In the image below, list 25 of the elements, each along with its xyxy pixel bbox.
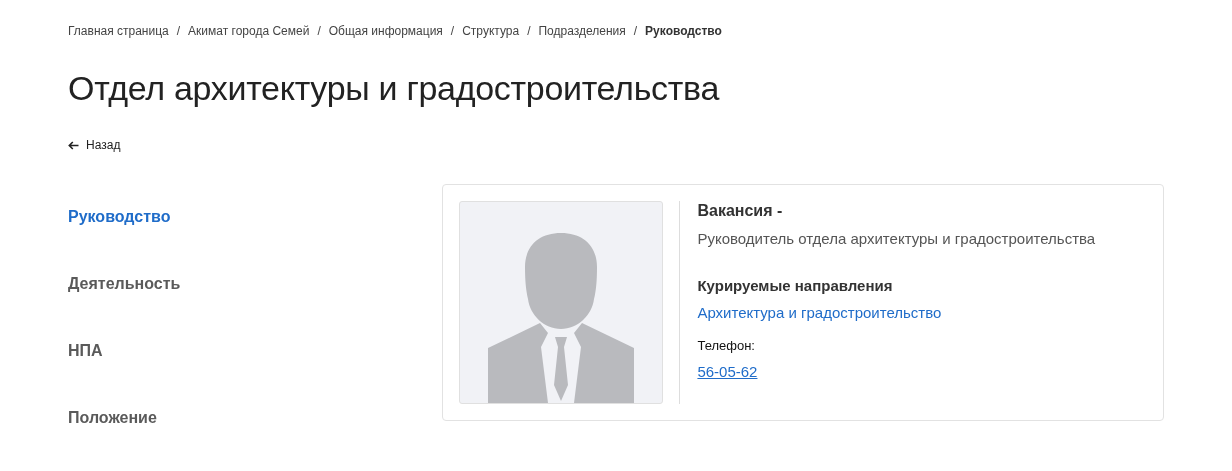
breadcrumb-separator: /	[317, 24, 321, 38]
arrow-left-icon	[68, 140, 79, 150]
breadcrumb-link[interactable]: Акимат города Семей	[188, 24, 310, 38]
breadcrumb-link[interactable]: Главная страница	[68, 24, 169, 38]
breadcrumb-link[interactable]: Общая информация	[328, 24, 443, 38]
person-name: Вакансия -	[697, 201, 783, 220]
phone-link[interactable]: 56-05-62	[697, 362, 758, 380]
person-position: Руководитель отдела архитектуры и градостроительства	[697, 229, 1096, 247]
breadcrumb-link[interactable]: Структура	[462, 24, 520, 38]
sidebar-item[interactable]: Деятельность	[68, 273, 443, 341]
breadcrumb-separator: /	[450, 24, 455, 38]
sidebar-item[interactable]: Руководство	[68, 206, 443, 274]
breadcrumb-separator: /	[527, 24, 531, 38]
person-silhouette-icon	[488, 232, 635, 403]
phone-label: Телефон:	[697, 337, 755, 353]
back-link[interactable]: Назад	[68, 138, 121, 152]
sidebar-item[interactable]: НПА	[68, 340, 443, 408]
page-title: Отдел архитектуры и градостроительства	[68, 68, 721, 108]
areas-heading: Курируемые направления	[697, 276, 893, 294]
breadcrumb-separator: /	[633, 24, 638, 38]
breadcrumb-current: Руководство	[645, 24, 722, 38]
sidebar-item[interactable]: Положение	[68, 407, 443, 471]
breadcrumb-separator: /	[176, 24, 181, 38]
area-link[interactable]: Архитектура и градостроительство	[697, 303, 942, 321]
breadcrumb-link[interactable]: Подразделения	[538, 24, 626, 38]
